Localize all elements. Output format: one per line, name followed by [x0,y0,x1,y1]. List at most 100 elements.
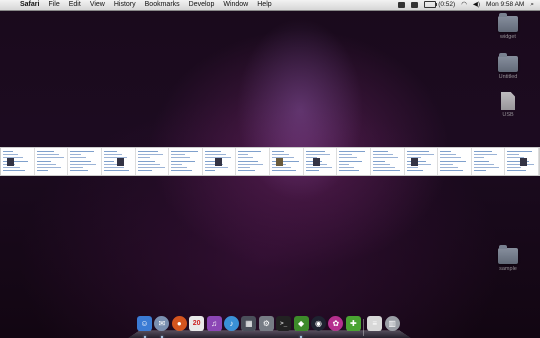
photo-icon[interactable]: ▦ [241,316,257,331]
terminal-icon[interactable]: >_ [276,316,292,331]
battery-status[interactable]: (0:52) [424,0,455,10]
thumbnail-image [7,158,14,166]
thumbnail-text-line [70,157,87,159]
menu-extra-icon[interactable] [398,2,406,8]
thumbnail-text-line [339,154,353,156]
menu-view[interactable]: View [90,0,105,10]
window-thumbnail[interactable] [236,148,270,175]
finder-icon[interactable]: ☺ [137,316,152,331]
thumbnail-image [276,158,283,166]
thumbnail-text-line [70,163,97,165]
thumbnail-text-line [372,154,393,156]
window-thumbnail[interactable] [370,148,405,175]
menu-file[interactable]: File [48,0,59,10]
thumbnail-text-line [372,157,398,159]
dock: ☺ ✉ ● 20 ♫ ♪ ▦ ⚙ >_ ◆ ◉ ✿ ✚ ≡ ▥ [128,316,411,338]
menu-help[interactable]: Help [257,0,271,10]
thumbnail-text-line [406,167,418,168]
thumbnail-text-line [103,154,122,156]
window-thumbnail[interactable] [68,148,102,175]
window-thumbnail[interactable] [303,148,338,175]
thumbnail-text-line [171,163,183,165]
thumbnail-text-line [238,151,262,152]
thumbnail-text-line [440,170,464,172]
menu-bookmarks[interactable]: Bookmarks [145,0,180,10]
thumbnail-image [410,158,418,166]
firefox-icon[interactable]: ● [171,316,187,331]
desktop-folder-widget[interactable]: widget [488,13,528,40]
menu-develop[interactable]: Develop [189,0,215,10]
thumbnail-text-line [171,157,191,159]
thumbnail-text-line [171,167,188,168]
window-thumbnail[interactable] [404,148,439,175]
window-thumbnail[interactable] [101,148,136,175]
thumbnail-text-line [305,170,319,172]
window-thumbnail[interactable] [169,148,203,175]
menu-history[interactable]: History [114,0,136,10]
android-icon[interactable]: ◆ [293,316,309,331]
thumbnail-text-line [70,170,89,172]
volume-icon[interactable]: ◀) [473,0,480,10]
thumbnail-text-line [305,167,332,168]
thumbnail-text-line [238,160,259,162]
menu-edit[interactable]: Edit [69,0,81,10]
menu-safari[interactable]: Safari [20,0,39,10]
thumbnail-text-line [440,151,452,152]
window-thumbnail[interactable] [135,148,170,175]
trash-icon[interactable]: ▥ [384,316,400,331]
document-icon [501,92,515,110]
thumbnail-text-line [137,163,160,165]
desktop-icon-label: Untitled [498,74,518,80]
pink-app-icon[interactable]: ✿ [328,316,344,331]
thumbnail-image [116,158,124,166]
window-thumbnail[interactable] [1,148,35,175]
thumbnail-text-line [103,160,114,162]
green-app-icon[interactable]: ✚ [345,316,361,331]
wifi-icon[interactable]: ◠ [461,0,467,10]
thumbnail-text-line [238,154,249,156]
window-thumbnail[interactable] [270,148,304,175]
thumbnail-text-line [339,170,360,172]
thumbnail-text-line [507,154,520,156]
front-row-icon[interactable]: ◉ [311,316,326,331]
thumbnail-text-line [70,167,84,168]
thumbnail-text-line [339,151,366,152]
window-thumbnail[interactable] [438,148,472,175]
clock[interactable]: Mon 9:58 AM [486,0,524,10]
desktop-folder-sample[interactable]: sample [488,245,528,272]
folder-icon [498,13,518,32]
spotlight-icon[interactable]: ⌕ [530,0,534,10]
thumbnail-text-line [305,154,330,156]
mail-icon[interactable]: ✉ [154,316,170,331]
desktop-document-usb[interactable]: USB [488,92,528,118]
thumbnail-text-line [204,167,228,168]
desktop-icon-label: sample [499,266,517,272]
desktop-icon-label: widget [500,34,516,40]
thumbnail-text-line [137,167,165,168]
window-thumbnail[interactable] [34,148,69,175]
itunes-store-icon[interactable]: ♪ [224,316,239,331]
thumbnail-text-line [36,154,59,156]
thumbnail-text-line [103,151,117,152]
thumbnail-text-line [372,170,400,172]
window-thumbnail[interactable] [337,148,371,175]
battery-icon [424,0,438,8]
thumbnail-text-line [339,163,350,165]
menu-bar: Safari File Edit View History Bookmarks … [0,0,540,11]
menu-window[interactable]: Window [223,0,248,10]
itunes-icon[interactable]: ♫ [206,316,222,331]
documents-stack-icon[interactable]: ≡ [367,316,383,331]
thumbnail-image [520,158,528,166]
window-thumbnail[interactable] [505,148,539,175]
bluetooth-icon[interactable] [411,2,419,8]
thumbnail-text-line [70,160,92,162]
desktop-icon-label: USB [502,112,514,118]
window-thumbnail[interactable] [202,148,237,175]
thumbnail-text-line [406,151,429,152]
system-preferences-icon[interactable]: ⚙ [258,316,274,331]
thumbnail-text-line [36,157,64,159]
desktop-folder-untitled[interactable]: Untitled [488,53,528,80]
calendar-icon[interactable]: 20 [189,316,205,331]
thumbnail-text-line [36,163,56,165]
window-thumbnail[interactable] [471,148,506,175]
